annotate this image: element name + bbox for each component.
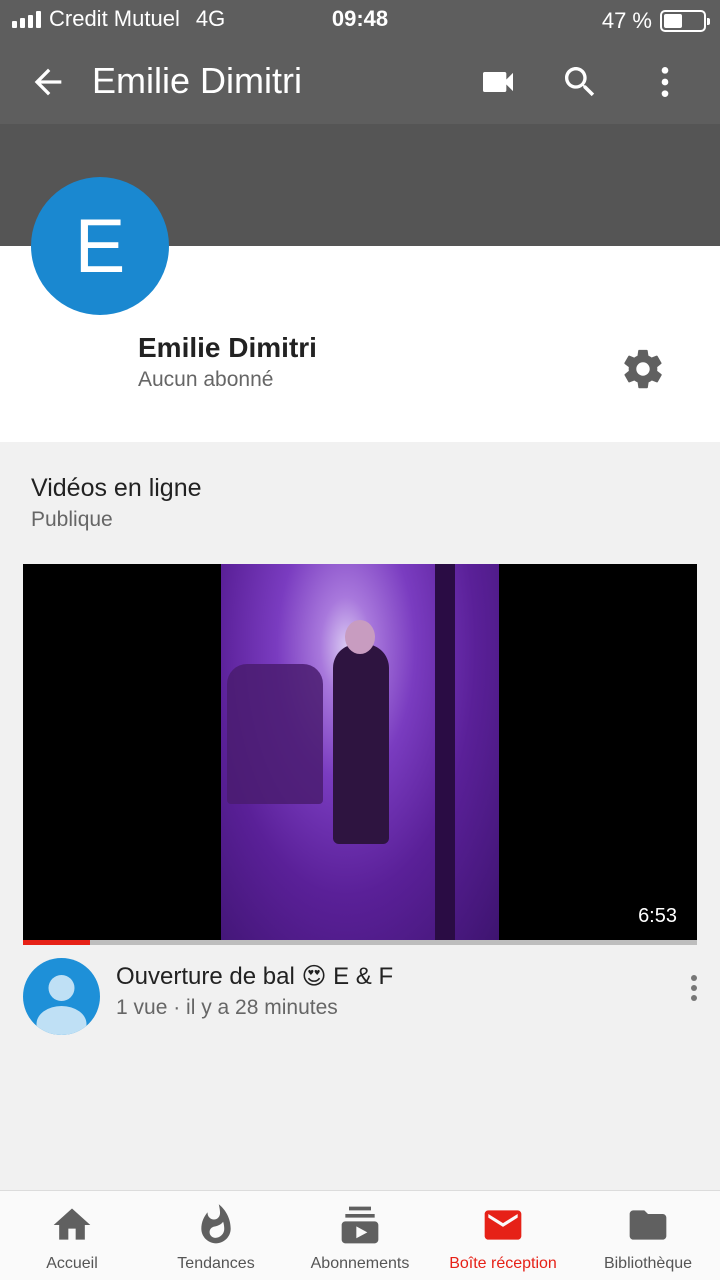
gear-icon[interactable] xyxy=(620,346,666,392)
battery-status: 47 % xyxy=(601,8,710,34)
home-icon xyxy=(50,1203,94,1247)
video-duration: 6:53 xyxy=(638,905,677,927)
page-title: Emilie Dimitri xyxy=(92,60,302,101)
mail-icon xyxy=(481,1203,525,1247)
back-arrow-icon[interactable] xyxy=(28,62,68,102)
bottom-nav: Accueil Tendances Abonnements Boîte réce… xyxy=(0,1190,720,1280)
more-vert-icon[interactable] xyxy=(680,970,708,1010)
battery-percent: 47 % xyxy=(601,8,652,33)
thumbnail-figure xyxy=(333,644,389,844)
search-icon[interactable] xyxy=(558,60,602,104)
video-meta: 1 vue · il y a 28 minutes xyxy=(116,996,338,1019)
nav-label: Bibliothèque xyxy=(603,1255,693,1272)
thumbnail-pillar xyxy=(435,564,455,940)
battery-icon xyxy=(660,10,710,32)
subscriptions-icon xyxy=(338,1203,382,1247)
video-thumbnail[interactable]: 6:53 xyxy=(23,564,697,940)
nav-item-abonnements[interactable]: Abonnements xyxy=(300,1191,420,1280)
nav-item-tendances[interactable]: Tendances xyxy=(160,1191,272,1280)
thumbnail-crowd xyxy=(227,664,323,804)
app-bar: Emilie Dimitri xyxy=(0,40,720,124)
fire-icon xyxy=(194,1203,238,1247)
more-vert-icon[interactable] xyxy=(643,60,687,104)
subscriber-count: Aucun abonné xyxy=(138,368,274,391)
uploader-avatar[interactable] xyxy=(23,958,100,1035)
video-info: Ouverture de bal 😍 E & F 1 vue · il y a … xyxy=(0,950,720,1050)
nav-item-accueil[interactable]: Accueil xyxy=(22,1191,122,1280)
video-camera-icon[interactable] xyxy=(476,60,520,104)
video-title[interactable]: Ouverture de bal 😍 E & F xyxy=(116,962,393,991)
nav-item-boite-reception[interactable]: Boîte réception xyxy=(440,1191,566,1280)
nav-label: Boîte réception xyxy=(449,1255,557,1272)
uploads-section: Vidéos en ligne Publique 6:53 Ouverture … xyxy=(0,442,720,1190)
section-title: Vidéos en ligne xyxy=(31,474,202,502)
thumbnail-figure-head xyxy=(345,620,375,654)
watch-progress-bar xyxy=(23,940,697,945)
nav-label: Accueil xyxy=(46,1255,98,1272)
nav-label: Abonnements xyxy=(310,1255,410,1272)
nav-label: Tendances xyxy=(177,1255,255,1272)
status-bar: Credit Mutuel 4G 09:48 47 % xyxy=(0,0,720,40)
section-subtitle: Publique xyxy=(31,508,113,531)
watch-progress-fill xyxy=(23,940,91,945)
channel-name: Emilie Dimitri xyxy=(138,332,317,363)
channel-avatar[interactable]: E xyxy=(31,177,169,315)
folder-icon xyxy=(626,1203,670,1247)
nav-item-bibliotheque[interactable]: Bibliothèque xyxy=(592,1191,704,1280)
